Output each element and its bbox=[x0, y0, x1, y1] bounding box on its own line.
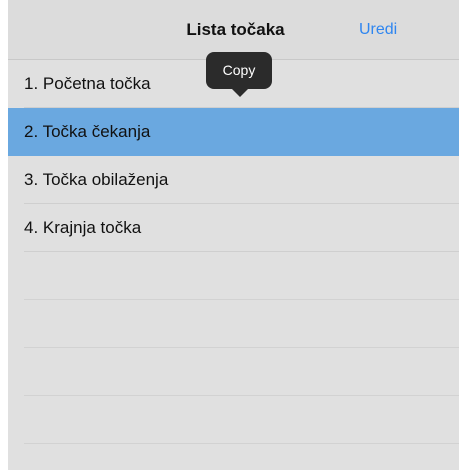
copy-menu-button[interactable]: Copy bbox=[206, 52, 272, 89]
list-item-label: 4. Krajnja točka bbox=[24, 218, 142, 237]
points-list-panel: Lista točaka Uredi 1. Početna točka 2. T… bbox=[8, 0, 459, 470]
list-item-label: 3. Točka obilaženja bbox=[24, 170, 169, 189]
list-item-label: 1. Početna točka bbox=[24, 74, 151, 93]
list-item-detour-point[interactable]: 3. Točka obilaženja bbox=[8, 156, 459, 204]
empty-row bbox=[8, 348, 459, 396]
list-item-waiting-point[interactable]: 2. Točka čekanja bbox=[8, 108, 459, 156]
copy-menu-arrow bbox=[232, 89, 248, 97]
empty-row bbox=[8, 300, 459, 348]
points-list: 1. Početna točka 2. Točka čekanja 3. Toč… bbox=[8, 60, 459, 444]
edit-button[interactable]: Uredi bbox=[359, 21, 397, 39]
empty-row bbox=[8, 252, 459, 300]
empty-row bbox=[8, 396, 459, 444]
list-item-end-point[interactable]: 4. Krajnja točka bbox=[8, 204, 459, 252]
list-item-label: 2. Točka čekanja bbox=[24, 122, 151, 141]
navigation-bar: Lista točaka Uredi bbox=[8, 0, 459, 60]
